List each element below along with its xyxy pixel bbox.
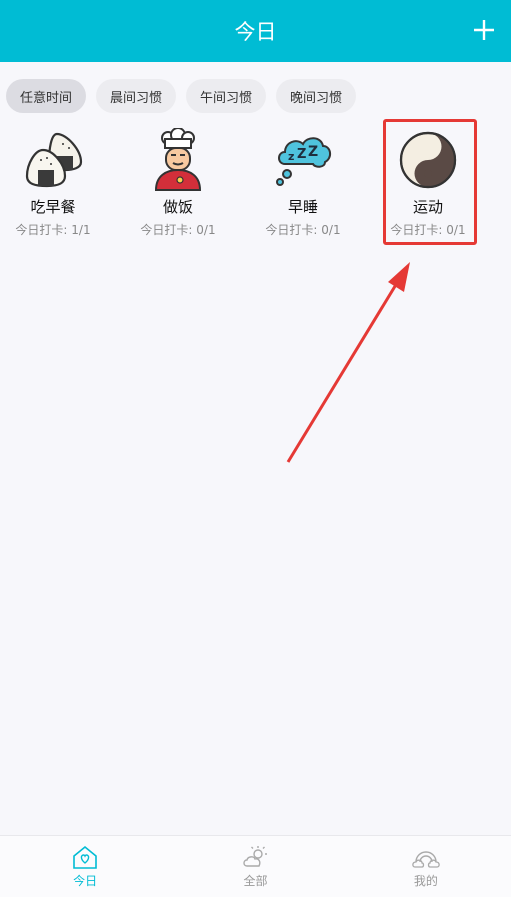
habit-checkin-count: 今日打卡: 0/1 xyxy=(390,223,466,237)
chef-icon xyxy=(146,128,210,192)
habit-checkin-count: 今日打卡: 0/1 xyxy=(265,223,341,237)
nav-label: 我的 xyxy=(413,874,438,888)
add-habit-button[interactable] xyxy=(469,15,499,45)
nav-all[interactable]: 全部 xyxy=(170,836,340,897)
svg-text:Z: Z xyxy=(297,147,306,162)
habit-exercise[interactable]: 运动 今日打卡: 0/1 xyxy=(369,128,487,238)
bottom-navigation: 今日 全部 我的 xyxy=(0,835,511,897)
home-heart-icon xyxy=(73,845,97,869)
svg-text:z: z xyxy=(288,150,294,163)
habit-name: 吃早餐 xyxy=(30,198,76,216)
habit-sleep-early[interactable]: z Z Z 早睡 今日打卡: 0/1 xyxy=(244,128,362,238)
habit-checkin-count: 今日打卡: 1/1 xyxy=(15,223,91,237)
habit-cooking[interactable]: 做饭 今日打卡: 0/1 xyxy=(119,128,237,238)
nav-label: 今日 xyxy=(73,874,98,888)
plus-icon xyxy=(474,20,494,40)
habit-checkin-count: 今日打卡: 0/1 xyxy=(140,223,216,237)
tab-evening[interactable]: 晚间习惯 xyxy=(276,79,357,113)
time-filter-tabs: 任意时间 晨间习惯 午间习惯 晚间习惯 xyxy=(6,79,357,113)
sun-cloud-icon xyxy=(243,846,268,867)
tab-noon[interactable]: 午间习惯 xyxy=(186,79,267,113)
nav-today[interactable]: 今日 xyxy=(0,836,170,897)
tab-morning[interactable]: 晨间习惯 xyxy=(96,79,177,113)
habit-breakfast[interactable]: 吃早餐 今日打卡: 1/1 xyxy=(0,128,112,238)
app-header: 今日 xyxy=(0,0,511,62)
habit-name: 运动 xyxy=(412,198,443,216)
page-title: 今日 xyxy=(234,20,277,44)
sleep-cloud-icon: z Z Z xyxy=(271,128,335,192)
nav-label: 全部 xyxy=(243,874,268,888)
habit-name: 早睡 xyxy=(287,198,318,216)
rice-ball-icon xyxy=(21,128,85,192)
rainbow-cloud-icon xyxy=(412,851,440,868)
habit-name: 做饭 xyxy=(162,198,193,216)
yin-yang-icon xyxy=(396,128,460,192)
svg-text:Z: Z xyxy=(308,144,318,160)
tab-any-time[interactable]: 任意时间 xyxy=(6,79,87,113)
nav-mine[interactable]: 我的 xyxy=(341,836,511,897)
